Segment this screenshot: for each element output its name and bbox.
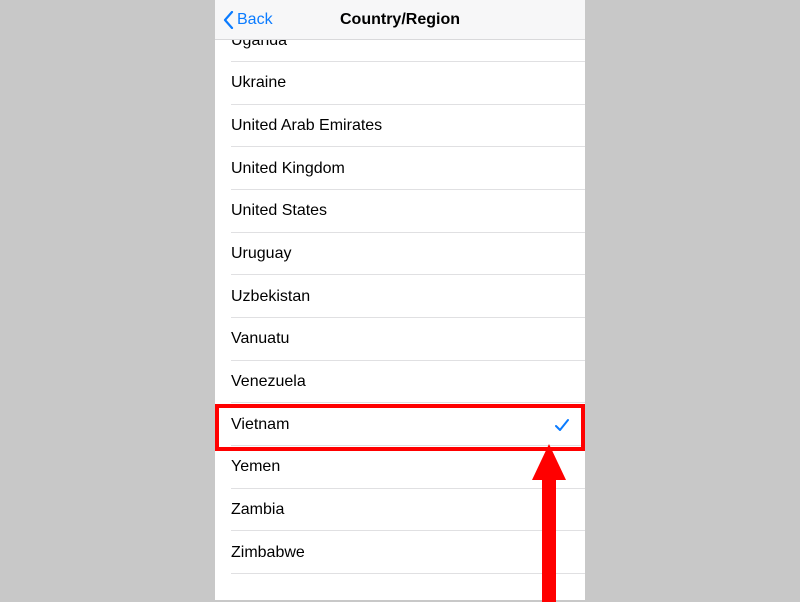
country-row-label: United Arab Emirates	[231, 117, 382, 135]
country-row[interactable]: Zambia	[215, 489, 585, 532]
country-row-label: Yemen	[231, 458, 280, 476]
country-row[interactable]: United States	[215, 190, 585, 233]
country-row[interactable]: Uruguay	[215, 233, 585, 276]
country-row-label: Ukraine	[231, 74, 286, 92]
country-row-label: Zambia	[231, 501, 284, 519]
row-divider	[231, 573, 585, 574]
country-row-label: United Kingdom	[231, 160, 345, 178]
country-row-label: Vanuatu	[231, 330, 289, 348]
country-row[interactable]: Vanuatu	[215, 318, 585, 361]
country-row-label: Vietnam	[231, 416, 289, 434]
back-button[interactable]: Back	[237, 11, 273, 29]
country-row[interactable]: Uzbekistan	[215, 275, 585, 318]
country-row[interactable]: Ukraine	[215, 62, 585, 105]
country-row-label: United States	[231, 202, 327, 220]
checkmark-icon	[555, 418, 569, 432]
country-row-label: Uruguay	[231, 245, 291, 263]
country-list[interactable]: Uganda Ukraine United Arab Emirates United …	[215, 40, 585, 600]
country-row[interactable]: Yemen	[215, 446, 585, 489]
country-row[interactable]: United Kingdom	[215, 147, 585, 190]
page-title: Country/Region	[340, 11, 460, 29]
country-row[interactable]: Vietnam	[215, 403, 585, 446]
country-row[interactable]: United Arab Emirates	[215, 105, 585, 148]
nav-bar: Back Country/Region	[215, 0, 585, 40]
country-row[interactable]: Zimbabwe	[215, 531, 585, 574]
country-row[interactable]: Uganda	[215, 40, 585, 62]
phone-screen: Back Country/Region Uganda Ukraine United …	[215, 0, 585, 600]
country-row-label: Venezuela	[231, 373, 306, 391]
country-row-label: Uganda	[231, 40, 287, 50]
country-row[interactable]: Venezuela	[215, 361, 585, 404]
back-chevron-icon	[223, 11, 234, 29]
country-row-label: Uzbekistan	[231, 288, 310, 306]
country-row-label: Zimbabwe	[231, 544, 305, 562]
